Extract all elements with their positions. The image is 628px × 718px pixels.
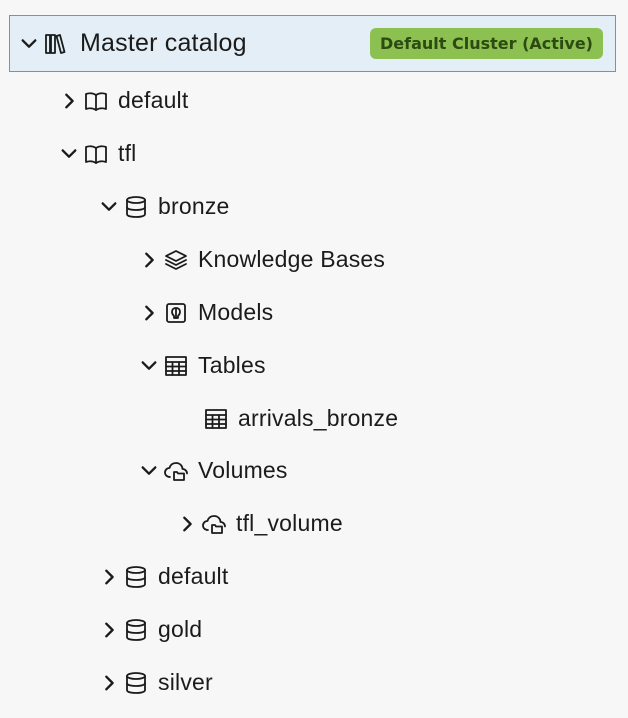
tree-item-label: tfl [118, 140, 137, 166]
tree-item-schema-default[interactable]: default [0, 550, 628, 603]
tree-item-label: Models [198, 299, 274, 325]
tree-item-label: gold [158, 616, 203, 642]
chevron-right-icon[interactable] [58, 90, 80, 112]
tree-item-table-arrivals-bronze[interactable]: arrivals_bronze [0, 392, 628, 445]
tree-item-label: Tables [198, 352, 266, 378]
catalog-tree: Master catalog Default Cluster (Active) … [0, 0, 628, 718]
cloud-folder-icon [162, 457, 190, 485]
chevron-right-icon[interactable] [98, 672, 120, 694]
chevron-right-icon[interactable] [138, 302, 160, 324]
tree-item-knowledge-bases[interactable]: Knowledge Bases [0, 233, 628, 286]
tree-item-label: silver [158, 669, 213, 695]
cloud-folder-icon [200, 510, 228, 538]
database-icon [122, 669, 150, 697]
layers-icon [162, 246, 190, 274]
chevron-right-icon[interactable] [98, 566, 120, 588]
tree-item-label: bronze [158, 193, 230, 219]
database-icon [122, 193, 150, 221]
tree-item-tables[interactable]: Tables [0, 339, 628, 392]
tree-item-label: Master catalog [80, 29, 247, 57]
chevron-down-icon[interactable] [58, 143, 80, 165]
tree-item-label: default [118, 87, 189, 113]
tree-item-volumes[interactable]: Volumes [0, 444, 628, 497]
tree-item-catalog-tfl[interactable]: tfl [0, 127, 628, 180]
chevron-down-icon[interactable] [138, 355, 160, 377]
database-icon [122, 616, 150, 644]
tree-item-volume-tfl-volume[interactable]: tfl_volume [0, 497, 628, 550]
tree-item-schema-bronze[interactable]: bronze [0, 180, 628, 233]
book-icon [82, 140, 110, 168]
database-icon [122, 563, 150, 591]
tree-item-label: Knowledge Bases [198, 246, 386, 272]
table-icon [202, 405, 230, 433]
chevron-right-icon[interactable] [176, 513, 198, 535]
book-icon [82, 87, 110, 115]
tree-item-schema-silver[interactable]: silver [0, 656, 628, 709]
tree-item-models[interactable]: Models [0, 286, 628, 339]
tree-item-master-catalog[interactable]: Master catalog Default Cluster (Active) [9, 15, 616, 72]
tree-item-label: Volumes [198, 457, 288, 483]
model-icon [162, 299, 190, 327]
chevron-right-icon[interactable] [138, 249, 160, 271]
catalog-icon [42, 30, 70, 58]
tree-item-label: arrivals_bronze [238, 405, 399, 431]
tree-item-catalog-default[interactable]: default [0, 74, 628, 127]
chevron-right-icon[interactable] [98, 619, 120, 641]
tree-item-label: default [158, 563, 229, 589]
table-icon [162, 352, 190, 380]
chevron-down-icon[interactable] [18, 33, 40, 55]
tree-item-schema-gold[interactable]: gold [0, 603, 628, 656]
tree-item-label: tfl_volume [236, 510, 343, 536]
chevron-down-icon[interactable] [98, 196, 120, 218]
status-badge: Default Cluster (Active) [370, 28, 603, 59]
chevron-down-icon[interactable] [138, 460, 160, 482]
